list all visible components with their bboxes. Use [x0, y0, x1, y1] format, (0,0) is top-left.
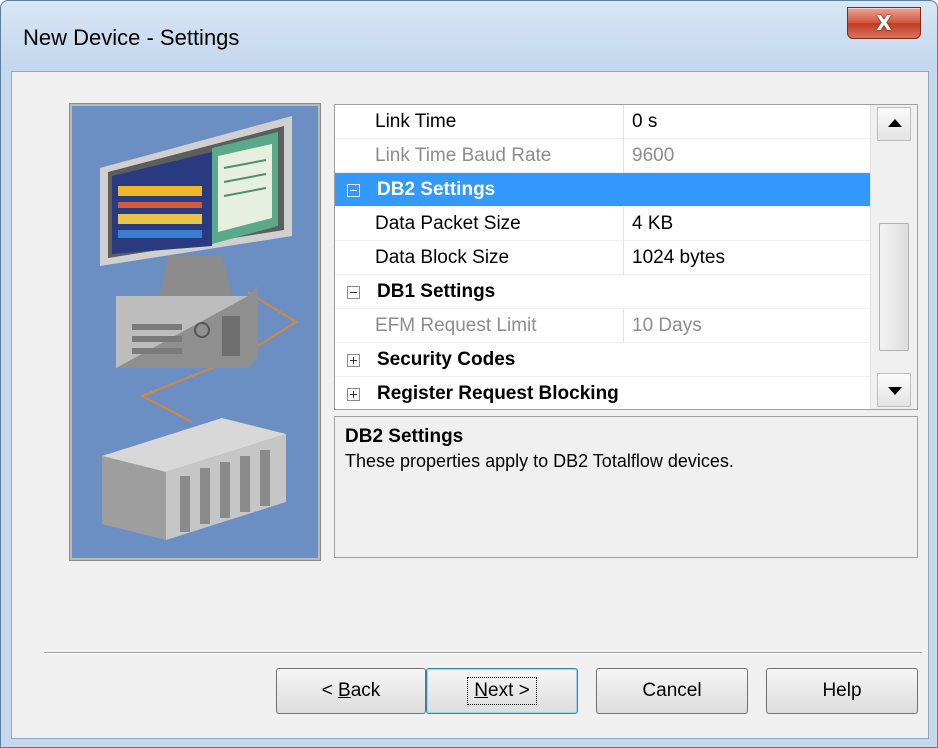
computer-plc-illustration-icon — [100, 116, 298, 540]
property-name: EFM Request Limit — [375, 314, 537, 336]
category-name: Security Codes — [377, 348, 516, 370]
expand-icon[interactable] — [347, 388, 360, 401]
back-button[interactable]: < Back — [276, 668, 426, 714]
property-row-efm-request-limit: EFM Request Limit 10 Days — [335, 308, 870, 343]
close-button[interactable]: X — [847, 7, 921, 39]
description-title: DB2 Settings — [345, 426, 464, 447]
back-label-prefix: < — [321, 680, 339, 701]
expand-icon[interactable] — [347, 354, 360, 367]
property-value[interactable]: 1024 bytes — [623, 240, 870, 275]
cancel-button-label: Cancel — [642, 680, 702, 701]
back-button-label: < Back — [322, 680, 381, 702]
window-title: New Device - Settings — [23, 25, 240, 50]
next-button[interactable]: Next > — [426, 668, 578, 714]
property-value: 9600 — [623, 138, 870, 173]
description-panel: DB2 Settings These properties apply to D… — [334, 416, 918, 558]
back-mnemonic: B — [338, 680, 351, 701]
scroll-down-button[interactable] — [877, 373, 911, 407]
vertical-scrollbar[interactable] — [870, 105, 917, 409]
property-name: Data Block Size — [375, 246, 510, 268]
property-row-link-time[interactable]: Link Time 0 s — [335, 105, 870, 139]
category-row-register-request-blocking[interactable]: Register Request Blocking — [335, 377, 870, 409]
next-mnemonic: N — [474, 680, 488, 701]
scroll-up-button[interactable] — [877, 107, 911, 141]
divider — [44, 652, 922, 654]
help-button[interactable]: Help — [766, 668, 918, 714]
category-name: DB1 Settings — [377, 280, 496, 302]
property-value[interactable]: 4 KB — [623, 206, 870, 241]
property-name: Link Time — [375, 110, 457, 132]
help-button-label: Help — [822, 680, 862, 701]
collapse-icon[interactable] — [347, 286, 360, 299]
category-row-db1-settings[interactable]: DB1 Settings — [335, 275, 870, 309]
cancel-button[interactable]: Cancel — [596, 668, 748, 714]
category-name: DB2 Settings — [377, 178, 496, 200]
close-icon: X — [876, 11, 892, 35]
property-name: Link Time Baud Rate — [375, 144, 552, 166]
dialog-client-area: Link Time 0 s Link Time Baud Rate 9600 D… — [11, 71, 929, 739]
property-value[interactable]: 0 s — [623, 105, 870, 139]
collapse-icon[interactable] — [347, 184, 360, 197]
next-label-suffix: ext > — [488, 680, 530, 701]
scroll-thumb[interactable] — [879, 223, 909, 351]
category-row-db2-settings[interactable]: DB2 Settings — [335, 173, 870, 207]
back-label-suffix: ack — [350, 680, 381, 701]
arrow-up-icon — [888, 119, 902, 127]
property-name: Data Packet Size — [375, 212, 521, 234]
next-button-label: Next > — [467, 677, 537, 705]
arrow-down-icon — [888, 387, 902, 395]
title-bar[interactable]: New Device - Settings X — [1, 1, 937, 71]
description-text: These properties apply to DB2 Totalflow … — [345, 451, 734, 471]
property-row-data-packet-size[interactable]: Data Packet Size 4 KB — [335, 206, 870, 241]
property-value: 10 Days — [623, 308, 870, 343]
category-row-security-codes[interactable]: Security Codes — [335, 343, 870, 377]
device-illustration — [69, 103, 321, 561]
category-name: Register Request Blocking — [377, 382, 619, 404]
property-grid[interactable]: Link Time 0 s Link Time Baud Rate 9600 D… — [334, 104, 918, 410]
property-row-data-block-size[interactable]: Data Block Size 1024 bytes — [335, 240, 870, 275]
property-row-link-time-baud-rate: Link Time Baud Rate 9600 — [335, 138, 870, 173]
dialog-window: New Device - Settings X Link Time 0 s Li… — [0, 0, 938, 748]
